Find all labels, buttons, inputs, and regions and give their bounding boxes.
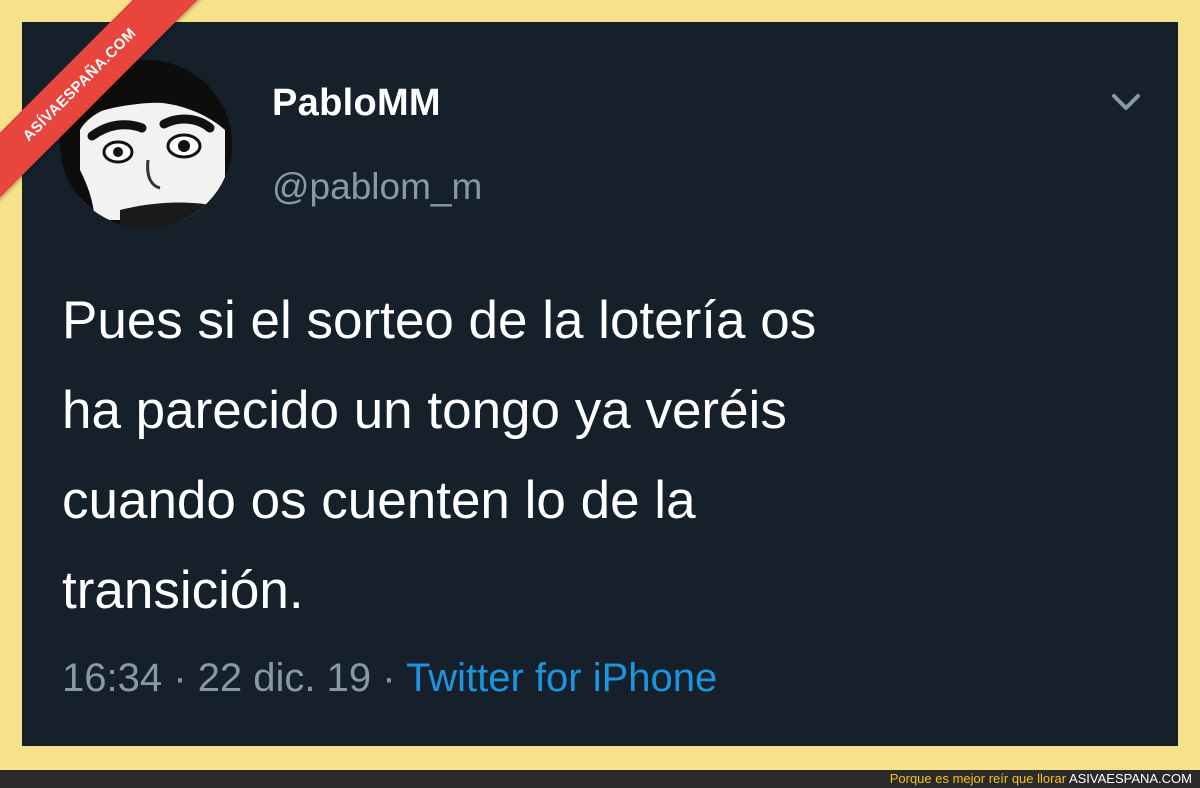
footer-slogan: Porque es mejor reír que llorar [889, 771, 1067, 786]
chevron-down-icon[interactable] [1108, 88, 1144, 116]
tweet-text-line: transición. [62, 561, 304, 620]
tweet-card: PabloMM @pablom_m Pues si el sorteo de l… [22, 22, 1178, 746]
avatar-drawing [60, 60, 232, 228]
tweet-time[interactable]: 16:34 [62, 656, 162, 700]
image-frame: PabloMM @pablom_m Pues si el sorteo de l… [0, 0, 1200, 770]
tweet-date[interactable]: 22 dic. 19 [198, 656, 371, 700]
tweet-text-line: cuando os cuenten lo de la [62, 471, 696, 530]
tweet-text: Pues si el sorteo de la lotería os ha pa… [62, 276, 1142, 636]
display-name[interactable]: PabloMM [272, 82, 441, 125]
tweet-text-line: ha parecido un tongo ya veréis [62, 381, 787, 440]
meta-separator: · [173, 656, 187, 700]
tweet-text-line: Pues si el sorteo de la lotería os [62, 291, 817, 350]
footer-bar: Porque es mejor reír que llorar ASIVAESP… [0, 770, 1200, 788]
user-handle[interactable]: @pablom_m [272, 166, 482, 208]
footer-site-link[interactable]: ASIVAESPANA.COM [1069, 771, 1192, 786]
meta-separator: · [382, 656, 396, 700]
avatar[interactable] [60, 60, 232, 228]
tweet-source-link[interactable]: Twitter for iPhone [406, 656, 717, 700]
tweet-meta: 16:34 · 22 dic. 19 · Twitter for iPhone [62, 656, 717, 701]
